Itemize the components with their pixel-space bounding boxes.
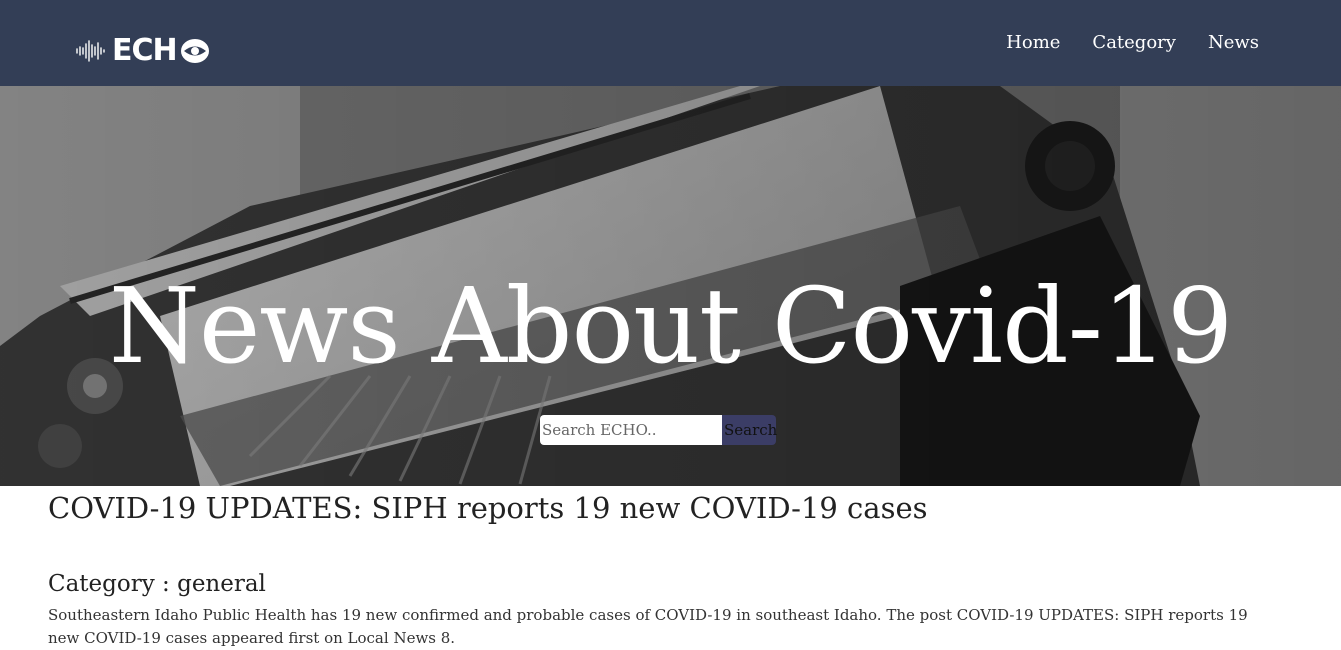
nav-category-link[interactable]: Category bbox=[1092, 32, 1176, 53]
brand-logo[interactable]: ECH bbox=[76, 33, 211, 69]
navbar: ECH Home Category News bbox=[0, 0, 1341, 86]
article-category: Category : general bbox=[48, 571, 266, 597]
article-body: Southeastern Idaho Public Health has 19 … bbox=[48, 606, 1248, 647]
eye-icon bbox=[180, 39, 209, 63]
brand-name-text: ECH bbox=[112, 33, 178, 68]
search-form: Search bbox=[540, 415, 777, 445]
brand-name: ECH bbox=[112, 33, 211, 69]
main-nav: Home Category News bbox=[1006, 32, 1259, 53]
hero-banner: News About Covid-19 Search bbox=[0, 86, 1341, 486]
article-title[interactable]: COVID-19 UPDATES: SIPH reports 19 new CO… bbox=[48, 488, 1288, 528]
hero-title: News About Covid-19 bbox=[108, 265, 1233, 387]
soundwave-icon bbox=[76, 40, 105, 62]
search-input[interactable] bbox=[540, 415, 722, 445]
nav-news-link[interactable]: News bbox=[1208, 32, 1259, 53]
article: COVID-19 UPDATES: SIPH reports 19 new CO… bbox=[48, 486, 1288, 650]
search-button[interactable]: Search bbox=[722, 415, 777, 445]
nav-home-link[interactable]: Home bbox=[1006, 32, 1060, 53]
